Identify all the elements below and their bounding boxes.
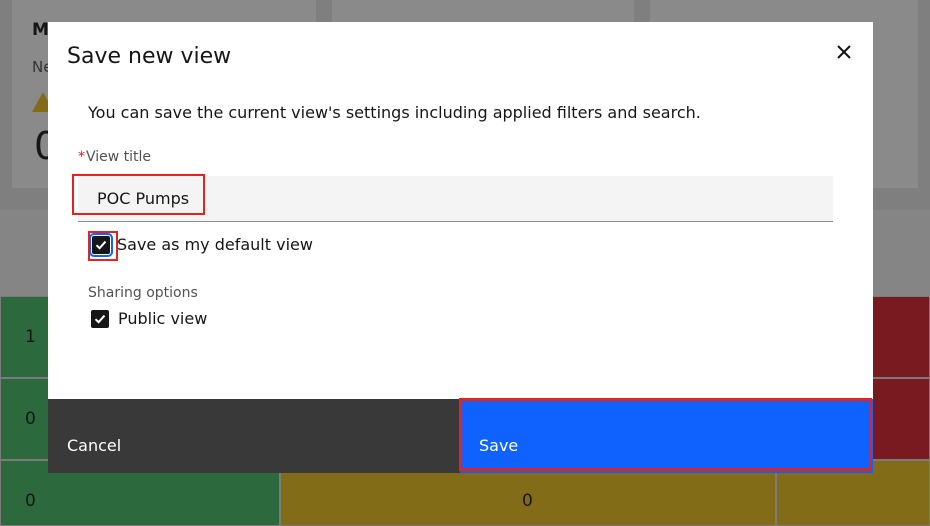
modal-title: Save new view — [67, 44, 232, 69]
close-button[interactable] — [830, 38, 858, 66]
page: M Ne 0 1 0 0 0 Save new view — [0, 0, 930, 526]
view-title-label: *View title — [78, 149, 151, 165]
checkmark-icon — [95, 240, 107, 250]
save-view-modal: Save new view You can save the current v… — [48, 22, 873, 473]
cancel-button-label: Cancel — [67, 435, 122, 455]
public-view-checkbox[interactable] — [91, 310, 109, 328]
required-mark: * — [78, 149, 85, 165]
default-view-checkbox[interactable] — [89, 233, 113, 257]
view-title-input[interactable] — [78, 176, 833, 222]
close-icon — [837, 45, 851, 59]
sharing-options-label: Sharing options — [88, 285, 198, 301]
default-view-label[interactable]: Save as my default view — [117, 235, 313, 254]
cancel-button[interactable]: Cancel — [48, 399, 460, 473]
save-button-label: Save — [479, 435, 519, 455]
save-button[interactable]: Save — [460, 399, 873, 473]
checkmark-icon — [94, 314, 106, 324]
public-view-label[interactable]: Public view — [118, 309, 207, 328]
modal-description: You can save the current view's settings… — [88, 103, 701, 122]
view-title-label-text: View title — [86, 149, 152, 165]
